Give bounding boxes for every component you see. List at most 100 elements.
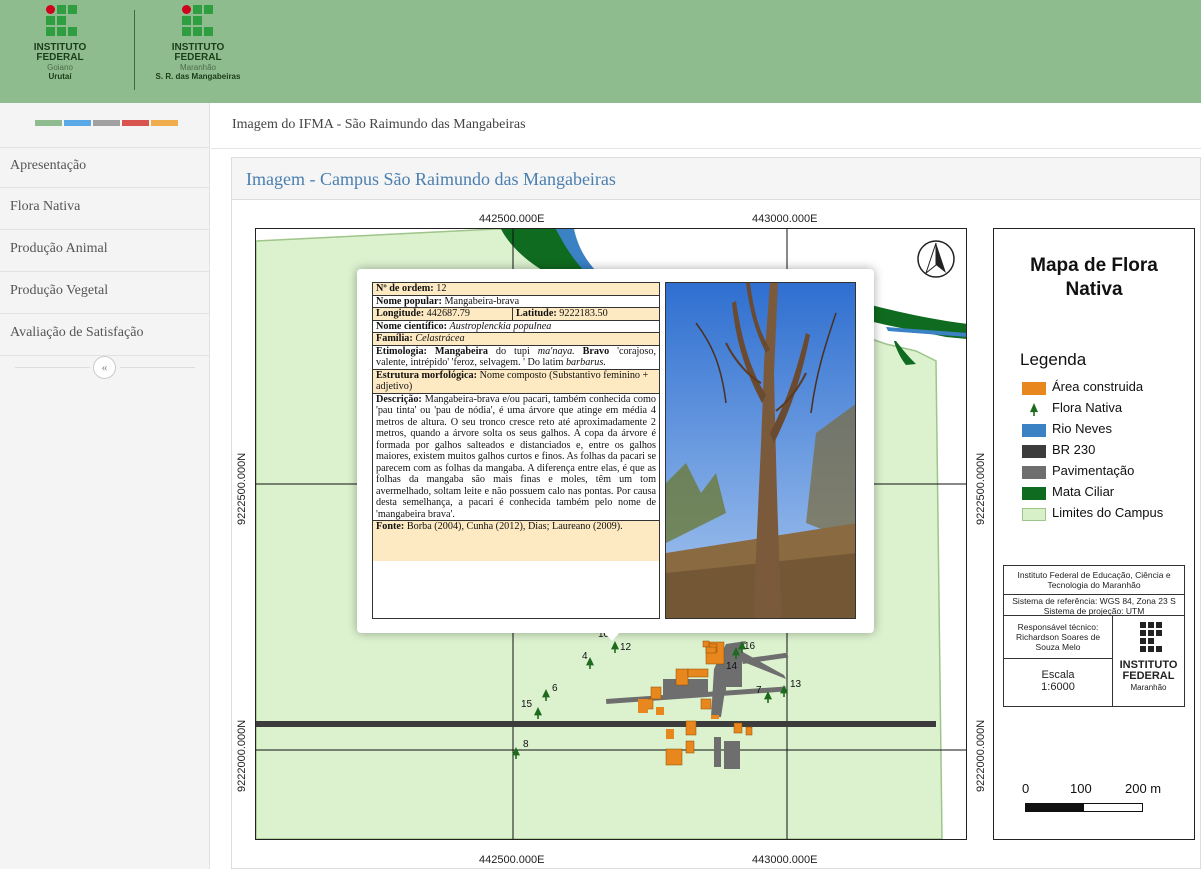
field-label: Etimologia: bbox=[376, 345, 427, 357]
tree-label: 4 bbox=[582, 651, 588, 662]
field-label: Nome popular: bbox=[376, 295, 442, 307]
sidebar-item-avaliacao[interactable]: Avaliação de Satisfação bbox=[0, 315, 209, 356]
reference-box: Sistema de referência: WGS 84, Zona 23 S… bbox=[1003, 594, 1185, 616]
legend-label: Rio Neves bbox=[1052, 421, 1112, 436]
color-strip bbox=[35, 120, 178, 126]
responsible-box: Responsável técnico: Richardson Soares d… bbox=[1003, 615, 1113, 659]
color-swatch bbox=[122, 120, 149, 126]
divider bbox=[120, 367, 195, 368]
sidebar-item-apresentacao[interactable]: Apresentação bbox=[0, 147, 209, 188]
legend-swatch bbox=[1022, 382, 1046, 395]
legend-panel: Mapa de Flora Nativa Legenda Área constr… bbox=[993, 228, 1195, 840]
if-maranhao-logo[interactable]: INSTITUTO FEDERAL Maranhão S. R. das Man… bbox=[138, 3, 258, 98]
plant-photo[interactable] bbox=[665, 282, 856, 619]
field-value: barbarus. bbox=[565, 357, 606, 368]
info-row-familia: Família: Celastrácea bbox=[373, 333, 659, 346]
coord-label: 442500.000E bbox=[479, 854, 545, 866]
field-value: Austroplenckia populnea bbox=[449, 320, 552, 332]
popup-pointer bbox=[602, 630, 622, 641]
legend-title-line: Mapa de Flora bbox=[1030, 255, 1158, 276]
field-value: 9222183.50 bbox=[559, 308, 608, 319]
sidebar-item-producao-animal[interactable]: Produção Animal bbox=[0, 231, 209, 272]
logo-text: S. R. das Mangabeiras bbox=[155, 72, 241, 81]
field-label: Família: bbox=[376, 333, 413, 344]
legend-swatch bbox=[1022, 466, 1046, 479]
field-label: Longitude: bbox=[376, 308, 425, 319]
plant-info-popup[interactable]: Nº de ordem: 12 Nome popular: Mangabeira… bbox=[357, 269, 874, 633]
legend-label: BR 230 bbox=[1052, 442, 1096, 457]
field-label: Estrutura morfológica: bbox=[376, 369, 478, 381]
if-logo-icon bbox=[46, 5, 78, 39]
breadcrumb: Imagem do IFMA - São Raimundo das Mangab… bbox=[211, 103, 1201, 149]
logo-divider bbox=[134, 10, 135, 90]
header-bar: INSTITUTO FEDERAL Goiano Urutaí INSTITUT… bbox=[0, 0, 1201, 103]
coord-label: 9222500.000N bbox=[975, 452, 987, 525]
ifma-logo: INSTITUTO FEDERAL Maranhão bbox=[1112, 615, 1185, 707]
panel-title: Imagem - Campus São Raimundo das Mangabe… bbox=[232, 158, 1200, 200]
color-swatch bbox=[93, 120, 120, 126]
legend-label: Pavimentação bbox=[1052, 463, 1135, 478]
info-row-coords: Longitude: 442687.79 Latitude: 9222183.5… bbox=[373, 308, 659, 321]
scale-tick-label: 0 bbox=[1022, 781, 1030, 796]
sidebar-item-label: Produção Animal bbox=[10, 241, 108, 256]
legend-label: Mata Ciliar bbox=[1052, 484, 1115, 499]
field-label: Latitude: bbox=[516, 308, 557, 319]
color-swatch bbox=[64, 120, 91, 126]
field-label: Fonte: bbox=[376, 521, 405, 532]
if-logo-icon bbox=[182, 5, 214, 39]
scale-bar bbox=[1025, 803, 1143, 812]
north-arrow-icon bbox=[917, 240, 955, 278]
scale-value: 1:6000 bbox=[1041, 681, 1075, 693]
logo-text: Maranhão bbox=[1130, 683, 1167, 692]
sidebar-item-label: Produção Vegetal bbox=[10, 283, 109, 298]
legend-label: Área construida bbox=[1052, 379, 1144, 394]
field-value: ma'naya. bbox=[537, 345, 575, 357]
field-label: Nome científico: bbox=[376, 320, 447, 332]
plant-info-table: Nº de ordem: 12 Nome popular: Mangabeira… bbox=[372, 282, 660, 619]
field-value: 442687.79 bbox=[426, 308, 470, 319]
tree-label: 14 bbox=[726, 661, 738, 672]
sidebar-item-label: Apresentação bbox=[10, 158, 87, 173]
sidebar-item-producao-vegetal[interactable]: Produção Vegetal bbox=[0, 273, 209, 314]
field-value: Mangabeira-brava bbox=[444, 295, 520, 307]
sidebar-item-flora-nativa[interactable]: Flora Nativa bbox=[0, 189, 209, 230]
legend-label: Flora Nativa bbox=[1052, 400, 1123, 415]
logo-text: Urutaí bbox=[48, 72, 72, 81]
logo-text: Maranhão bbox=[179, 63, 217, 72]
field-value: Celastrácea bbox=[415, 333, 465, 344]
info-row-ordem: Nº de ordem: 12 bbox=[373, 283, 659, 296]
tree-label: 13 bbox=[790, 679, 802, 690]
if-goiano-logo[interactable]: INSTITUTO FEDERAL Goiano Urutaí bbox=[12, 3, 108, 98]
scale-tick-label: 100 bbox=[1070, 781, 1092, 796]
tree-label: 6 bbox=[552, 683, 558, 694]
info-row-nome: Nome popular: Mangabeira-brava bbox=[373, 295, 659, 308]
legend-title: Mapa de Flora Nativa bbox=[994, 254, 1194, 302]
sidebar: Apresentação Flora Nativa Produção Anima… bbox=[0, 103, 210, 869]
divider bbox=[15, 367, 90, 368]
scale-label: Escala bbox=[1041, 669, 1075, 681]
field-value: do tupi bbox=[495, 345, 530, 357]
logo-text: FEDERAL bbox=[36, 52, 84, 63]
institution-box: Instituto Federal de Educação, Ciência e… bbox=[1003, 565, 1185, 595]
scale-tick-label: 200 m bbox=[1125, 781, 1162, 796]
legend-swatch bbox=[1022, 424, 1046, 437]
field-value: Mangabeira-brava e/ou pacari, também con… bbox=[376, 393, 657, 520]
if-logo-icon bbox=[1140, 622, 1162, 652]
tree-label: 8 bbox=[523, 739, 529, 750]
info-row-descricao: Descrição: Mangabeira-brava e/ou pacari,… bbox=[373, 393, 659, 521]
coord-label: 9222500.000N bbox=[236, 452, 248, 525]
logo-text: FEDERAL bbox=[1122, 670, 1175, 682]
legend-title-line: Nativa bbox=[1065, 279, 1123, 300]
coord-label: 443000.000E bbox=[752, 213, 818, 225]
info-row-fonte: Fonte: Borba (2004), Cunha (2012), Dias;… bbox=[373, 521, 659, 561]
coord-label: 9222000.000N bbox=[975, 719, 987, 792]
tree-label: 16 bbox=[744, 641, 756, 652]
sidebar-collapse-button[interactable]: « bbox=[93, 356, 116, 379]
legend-label: Limites do Campus bbox=[1052, 505, 1164, 520]
plant-photo-image bbox=[666, 283, 855, 618]
field-label: Descrição: bbox=[376, 393, 422, 405]
scale-box: Escala 1:6000 bbox=[1003, 658, 1113, 707]
tree-label: 7 bbox=[756, 685, 762, 696]
color-swatch bbox=[151, 120, 178, 126]
field-value: 12 bbox=[436, 283, 447, 294]
